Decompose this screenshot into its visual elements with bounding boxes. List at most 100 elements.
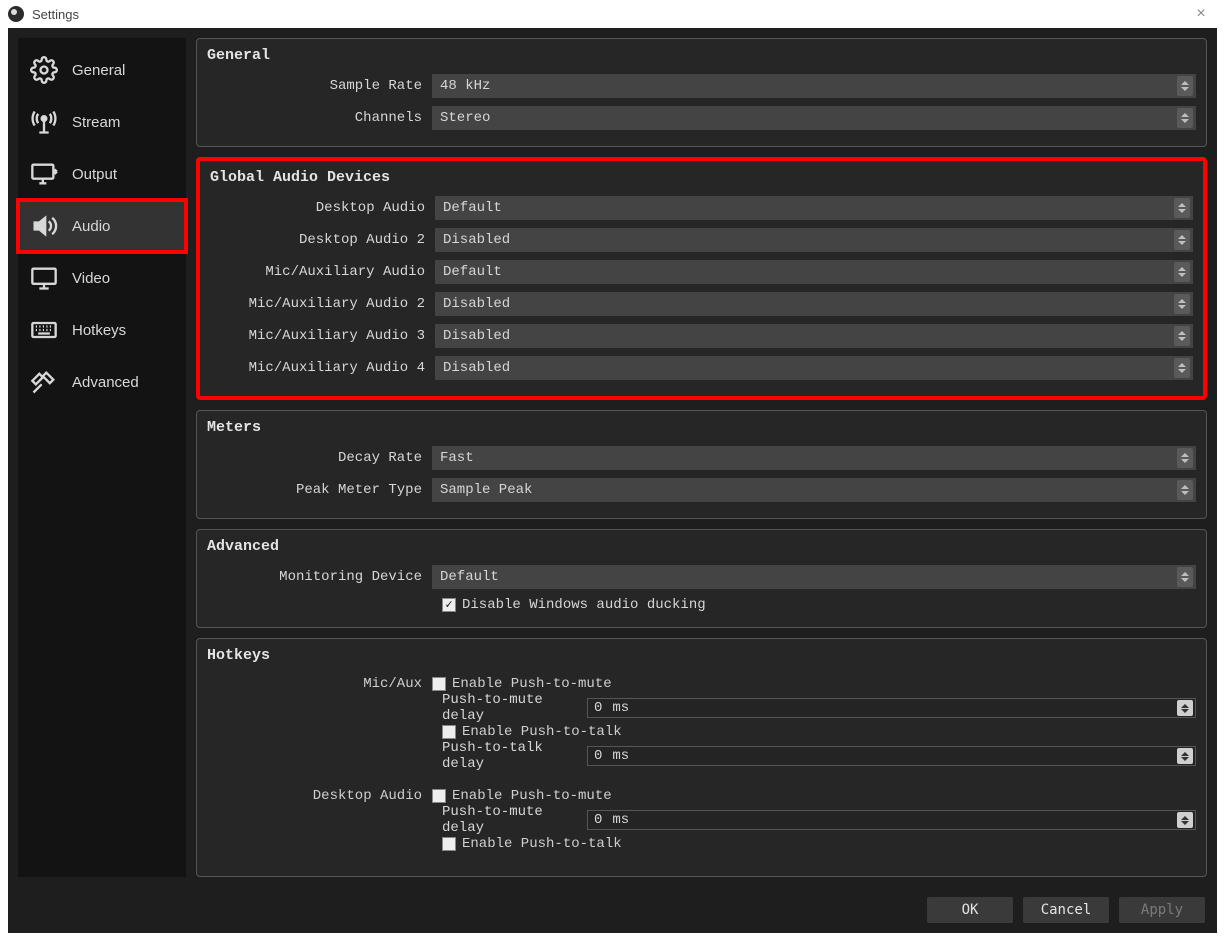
row-disable-ducking: Disable Windows audio ducking (442, 597, 1196, 613)
group-hotkeys: Hotkeys Mic/Aux Enable Push-to-mute Push… (196, 638, 1207, 877)
spinner-icon (1177, 812, 1193, 828)
select-mic-aux-2[interactable]: Disabled (435, 292, 1193, 316)
select-sample-rate[interactable]: 48 kHz (432, 74, 1196, 98)
row-mic-aux-4: Mic/Auxiliary Audio 4 Disabled (210, 354, 1193, 382)
select-channels[interactable]: Stereo (432, 106, 1196, 130)
label: Peak Meter Type (207, 482, 432, 498)
sidebar-item-label: Video (72, 270, 110, 287)
cancel-button[interactable]: Cancel (1023, 897, 1109, 923)
label-desktop-audio: Desktop Audio (207, 788, 432, 804)
sidebar-item-stream[interactable]: Stream (18, 96, 186, 148)
sidebar-item-hotkeys[interactable]: Hotkeys (18, 304, 186, 356)
titlebar: Settings × (0, 0, 1225, 28)
checkbox-mic-ptm[interactable] (432, 677, 446, 691)
select-value: Disabled (443, 232, 510, 248)
select-monitoring-device[interactable]: Default (432, 565, 1196, 589)
unit: ms (612, 748, 629, 764)
row-sample-rate: Sample Rate 48 kHz (207, 72, 1196, 100)
group-title: Hotkeys (207, 647, 1196, 664)
checkbox-label: Enable Push-to-mute (452, 676, 612, 692)
label-sample-rate: Sample Rate (207, 78, 432, 94)
select-value: 48 kHz (440, 78, 490, 94)
row-desktop-ptt: Enable Push-to-talk (442, 832, 1196, 856)
row-mic-aux-3: Mic/Auxiliary Audio 3 Disabled (210, 322, 1193, 350)
select-mic-aux[interactable]: Default (435, 260, 1193, 284)
select-peak-meter[interactable]: Sample Peak (432, 478, 1196, 502)
row-monitoring-device: Monitoring Device Default (207, 563, 1196, 591)
label-mic-aux: Mic/Aux (207, 676, 432, 692)
label: Push-to-mute delay (442, 692, 587, 724)
value: 0 (594, 700, 602, 716)
spinner-icon (1177, 480, 1193, 500)
label: Decay Rate (207, 450, 432, 466)
hotkey-block-mic-aux: Mic/Aux Enable Push-to-mute (207, 672, 1196, 696)
sidebar-item-general[interactable]: General (18, 44, 186, 96)
checkbox-mic-ptt[interactable] (442, 725, 456, 739)
checkbox-label: Disable Windows audio ducking (462, 597, 706, 613)
checkbox-label: Enable Push-to-talk (462, 724, 622, 740)
sidebar-item-label: Audio (72, 218, 110, 235)
antenna-icon (28, 106, 60, 138)
row-desktop-audio-2: Desktop Audio 2 Disabled (210, 226, 1193, 254)
checkbox-label: Enable Push-to-talk (462, 836, 622, 852)
app-icon (8, 6, 24, 22)
ok-button[interactable]: OK (927, 897, 1013, 923)
spinner-icon (1177, 567, 1193, 587)
spinner-icon (1177, 448, 1193, 468)
sidebar-item-video[interactable]: Video (18, 252, 186, 304)
row-mic-ptm-delay: Push-to-mute delay 0 ms (442, 696, 1196, 720)
apply-button[interactable]: Apply (1119, 897, 1205, 923)
footer: OK Cancel Apply (8, 887, 1217, 933)
row-mic-ptt-delay: Push-to-talk delay 0 ms (442, 744, 1196, 768)
checkbox-label: Enable Push-to-mute (452, 788, 612, 804)
sidebar-item-audio[interactable]: Audio (18, 200, 186, 252)
select-value: Fast (440, 450, 474, 466)
value: 0 (594, 748, 602, 764)
input-mic-ptt-delay[interactable]: 0 ms (587, 746, 1196, 766)
content-panel: General Sample Rate 48 kHz Channels (196, 38, 1207, 877)
select-decay-rate[interactable]: Fast (432, 446, 1196, 470)
select-value: Sample Peak (440, 482, 532, 498)
row-decay-rate: Decay Rate Fast (207, 444, 1196, 472)
speaker-icon (28, 210, 60, 242)
sidebar-item-output[interactable]: Output (18, 148, 186, 200)
window-title: Settings (32, 7, 79, 22)
row-mic-aux: Mic/Auxiliary Audio Default (210, 258, 1193, 286)
spinner-icon (1174, 198, 1190, 218)
select-desktop-audio[interactable]: Default (435, 196, 1193, 220)
label: Mic/Auxiliary Audio 2 (210, 296, 435, 312)
settings-window: General Stream Output Audio (8, 28, 1217, 933)
monitor-out-icon (28, 158, 60, 190)
label-channels: Channels (207, 110, 432, 126)
spinner-icon (1177, 76, 1193, 96)
checkbox-desktop-ptt[interactable] (442, 837, 456, 851)
sidebar-item-label: Advanced (72, 374, 139, 391)
row-desktop-ptm-delay: Push-to-mute delay 0 ms (442, 808, 1196, 832)
gear-icon (28, 54, 60, 86)
unit: ms (612, 700, 629, 716)
sidebar: General Stream Output Audio (18, 38, 186, 877)
spinner-icon (1177, 748, 1193, 764)
value: 0 (594, 812, 602, 828)
sidebar-item-advanced[interactable]: Advanced (18, 356, 186, 408)
sidebar-item-label: Output (72, 166, 117, 183)
label: Monitoring Device (207, 569, 432, 585)
input-mic-ptm-delay[interactable]: 0 ms (587, 698, 1196, 718)
checkbox-desktop-ptm[interactable] (432, 789, 446, 803)
row-mic-aux-2: Mic/Auxiliary Audio 2 Disabled (210, 290, 1193, 318)
select-mic-aux-3[interactable]: Disabled (435, 324, 1193, 348)
label: Push-to-mute delay (442, 804, 587, 836)
label: Mic/Auxiliary Audio (210, 264, 435, 280)
group-meters: Meters Decay Rate Fast Peak Meter Type S… (196, 410, 1207, 519)
unit: ms (612, 812, 629, 828)
group-title: Meters (207, 419, 1196, 436)
select-value: Stereo (440, 110, 490, 126)
select-value: Disabled (443, 360, 510, 376)
select-mic-aux-4[interactable]: Disabled (435, 356, 1193, 380)
spinner-icon (1174, 230, 1190, 250)
input-desktop-ptm-delay[interactable]: 0 ms (587, 810, 1196, 830)
select-desktop-audio-2[interactable]: Disabled (435, 228, 1193, 252)
checkbox-disable-ducking[interactable] (442, 598, 456, 612)
spinner-icon (1174, 326, 1190, 346)
close-icon[interactable]: × (1185, 5, 1217, 23)
